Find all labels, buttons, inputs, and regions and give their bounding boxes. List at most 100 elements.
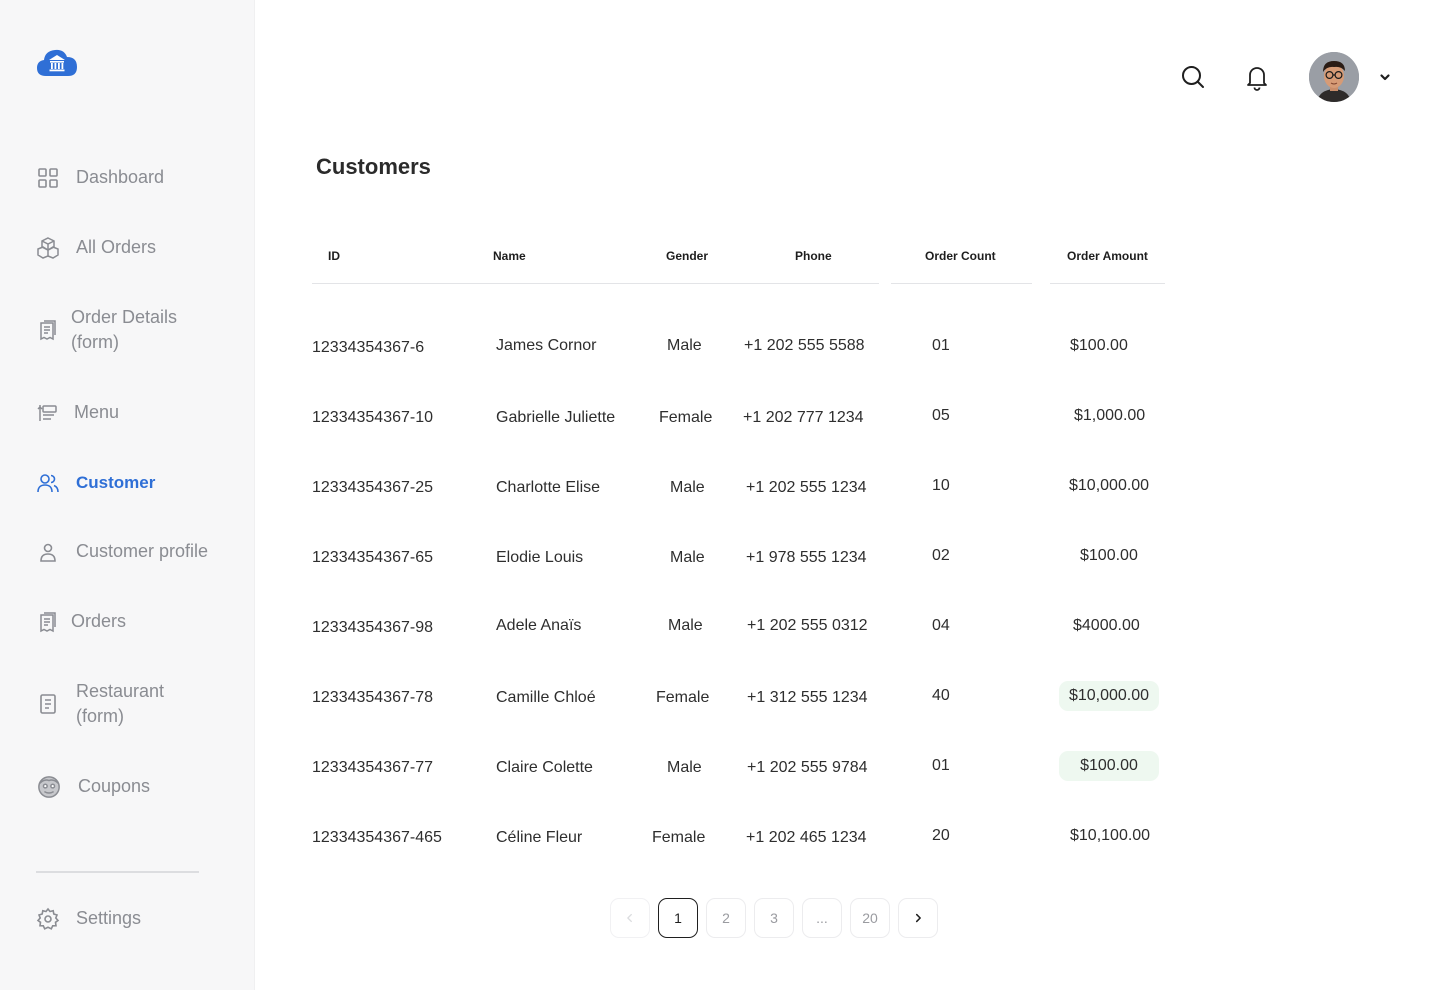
cell-name: Elodie Louis: [496, 549, 584, 566]
cell-order-amount: $10,100.00: [1070, 827, 1151, 844]
cell-id: 12334354367-6: [312, 339, 425, 356]
cell-id: 12334354367-25: [312, 479, 434, 496]
cell-order-count: 04: [932, 617, 950, 634]
sidebar-item-dashboard[interactable]: Dashboard: [36, 165, 164, 190]
users-icon: [36, 471, 60, 495]
cell-order-count: 20: [932, 827, 950, 844]
cell-id: 12334354367-65: [312, 549, 434, 566]
sidebar-item-label: Order Details (form): [71, 307, 178, 352]
cell-name: Claire Colette: [496, 759, 593, 776]
sidebar-item-label: Dashboard: [76, 167, 165, 187]
cell-order-count: 02: [932, 547, 950, 564]
sidebar-item-label: Orders: [71, 611, 127, 631]
chevron-down-icon[interactable]: [1378, 70, 1392, 84]
cell-gender: Female: [659, 409, 713, 426]
cell-phone: +1 202 465 1234: [746, 829, 867, 846]
sidebar-item-label: Coupons: [78, 776, 151, 796]
cell-phone: +1 202 555 0312: [747, 617, 868, 634]
sidebar-item-label: Customer: [76, 473, 156, 492]
cell-gender: Male: [667, 337, 702, 354]
cell-name: James Cornor: [496, 337, 597, 354]
cell-gender: Female: [656, 689, 710, 706]
sidebar-item-orders[interactable]: Orders: [36, 609, 126, 634]
sidebar-item-label: Settings: [76, 908, 142, 928]
cell-id: 12334354367-10: [312, 409, 434, 426]
sidebar-item-customer-profile[interactable]: Customer profile: [36, 539, 208, 564]
cell-phone: +1 202 555 9784: [747, 759, 868, 776]
cell-order-count: 40: [932, 687, 950, 704]
coupon-face-icon: [36, 775, 62, 799]
cell-order-amount: $10,000.00: [1069, 477, 1150, 494]
table-header-divider: [1050, 283, 1165, 284]
column-header-name: Name: [493, 249, 526, 263]
gear-icon: [36, 907, 60, 931]
sidebar: Dashboard All Orders Order Details (form…: [0, 0, 255, 990]
menu-board-icon: [36, 401, 60, 425]
user-avatar[interactable]: [1309, 52, 1359, 102]
prev-page-button[interactable]: [610, 898, 650, 938]
document-icon: [36, 692, 60, 716]
cell-order-count: 01: [932, 757, 950, 774]
boxes-icon: [36, 236, 60, 260]
cell-phone: +1 312 555 1234: [747, 689, 868, 706]
cell-phone: +1 202 777 1234: [743, 409, 864, 426]
sidebar-item-order-details[interactable]: Order Details (form): [36, 305, 201, 355]
sidebar-item-menu[interactable]: Menu: [36, 400, 119, 425]
receipt-icon: [36, 318, 60, 342]
page-button-20[interactable]: 20: [850, 898, 890, 938]
cell-order-count: 01: [932, 337, 950, 354]
cell-gender: Male: [668, 617, 703, 634]
cell-id: 12334354367-98: [312, 619, 434, 636]
bell-icon[interactable]: [1244, 63, 1270, 91]
table-header-divider: [891, 283, 1032, 284]
page-button-1[interactable]: 1: [658, 898, 698, 938]
cell-order-amount: $4000.00: [1073, 617, 1140, 634]
column-header-order-amount: Order Amount: [1067, 249, 1148, 263]
sidebar-item-label: Menu: [74, 402, 120, 422]
cell-name: Gabrielle Juliette: [496, 409, 616, 426]
user-icon: [36, 540, 60, 564]
search-icon[interactable]: [1180, 64, 1206, 90]
page-title: Customers: [316, 154, 431, 179]
cell-name: Charlotte Elise: [496, 479, 601, 496]
column-header-gender: Gender: [666, 249, 709, 263]
cell-name: Adele Anaïs: [496, 617, 582, 634]
sidebar-item-label: All Orders: [76, 237, 157, 257]
cell-order-count: 05: [932, 407, 950, 424]
cell-order-amount-highlighted: $100.00: [1059, 751, 1159, 781]
cell-name: Camille Chloé: [496, 689, 596, 706]
sidebar-item-customer[interactable]: Customer: [36, 470, 155, 495]
page-ellipsis: ...: [802, 898, 842, 938]
page-button-3[interactable]: 3: [754, 898, 794, 938]
sidebar-item-coupons[interactable]: Coupons: [36, 774, 150, 799]
cell-order-count: 10: [932, 477, 950, 494]
cell-order-amount: $100.00: [1080, 547, 1138, 564]
cell-id: 12334354367-465: [312, 829, 442, 846]
cell-gender: Male: [670, 479, 705, 496]
cell-phone: +1 978 555 1234: [746, 549, 867, 566]
sidebar-divider: [36, 871, 199, 873]
dashboard-grid-icon: [36, 166, 60, 190]
cell-order-amount-highlighted: $10,000.00: [1059, 681, 1159, 711]
column-header-id: ID: [328, 249, 340, 263]
sidebar-item-label: Customer profile: [76, 541, 209, 561]
cloud-bank-icon[interactable]: [36, 46, 78, 78]
cell-order-amount: $100.00: [1070, 337, 1128, 354]
sidebar-item-all-orders[interactable]: All Orders: [36, 235, 156, 260]
table-header-divider: [312, 283, 879, 284]
column-header-phone: Phone: [795, 249, 832, 263]
sidebar-item-settings[interactable]: Settings: [36, 906, 141, 931]
page-button-2[interactable]: 2: [706, 898, 746, 938]
cell-gender: Male: [670, 549, 705, 566]
column-header-order-count: Order Count: [925, 249, 996, 263]
chevron-left-icon: [627, 913, 632, 923]
cell-gender: Male: [667, 759, 702, 776]
cell-phone: +1 202 555 1234: [746, 479, 867, 496]
next-page-button[interactable]: [898, 898, 938, 938]
chevron-right-icon: [915, 913, 921, 923]
cell-name: Céline Fleur: [496, 829, 583, 846]
cell-gender: Female: [652, 829, 706, 846]
cell-id: 12334354367-77: [312, 759, 434, 776]
receipt-icon: [36, 610, 60, 634]
sidebar-item-restaurant[interactable]: Restaurant (form): [36, 679, 206, 729]
